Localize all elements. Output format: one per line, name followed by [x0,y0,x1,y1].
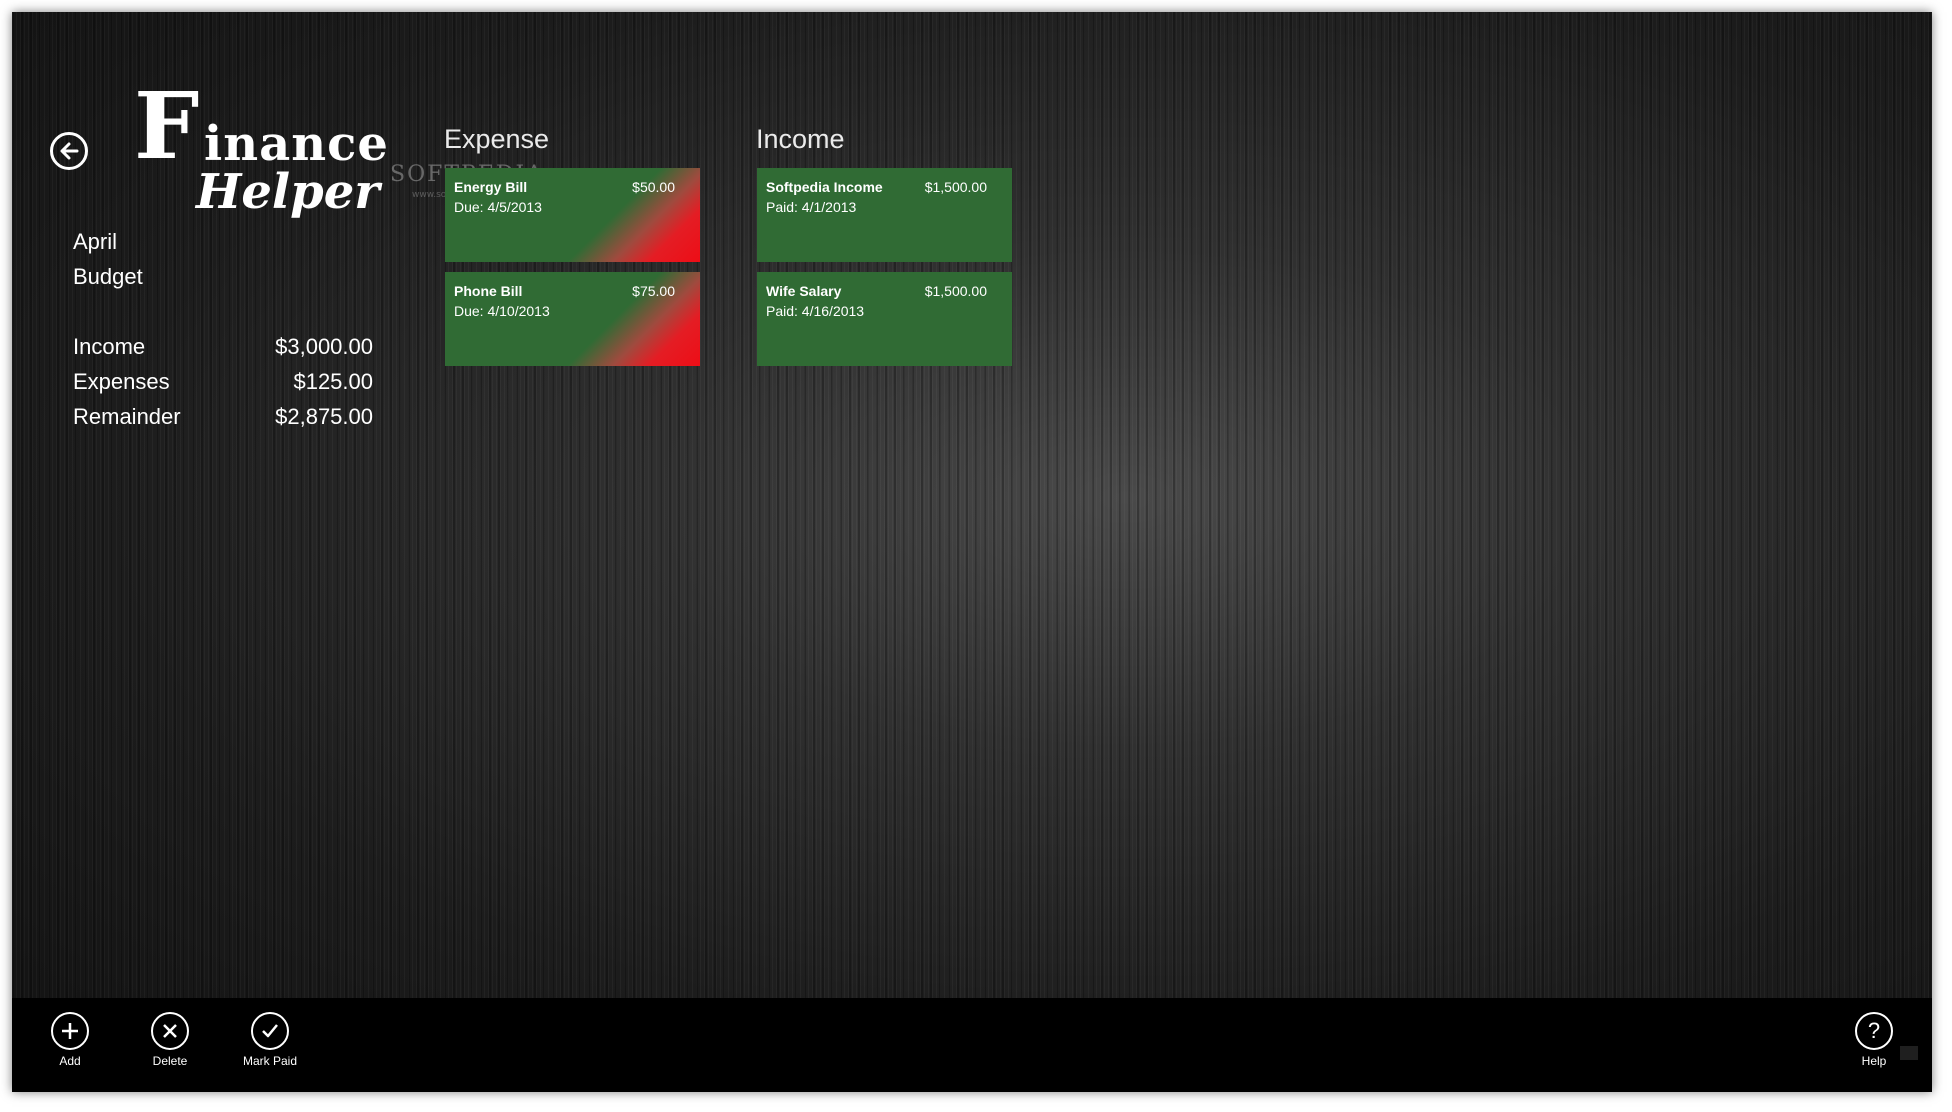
tile-name: Softpedia Income [766,179,883,195]
summary-label: Income [73,334,146,359]
app-logo: F inance Helper [134,80,388,220]
logo-word-finance: inance [204,116,389,172]
tile-due-date: Due: 4/5/2013 [454,199,542,215]
delete-label: Delete [152,1054,188,1068]
income-section-title: Income [756,124,845,154]
summary-label: Remainder [73,404,181,429]
question-mark-icon: ? [1855,1012,1893,1050]
tile-due-date: Due: 4/10/2013 [454,303,550,319]
add-label: Add [59,1054,81,1068]
tile-amount: $1,500.00 [924,283,987,299]
summary-row-income: Income $3,000.00 [73,329,373,364]
tile-amount: $1,500.00 [924,179,987,195]
tile-amount: $75.00 [632,283,675,299]
back-arrow-icon [60,142,79,160]
summary-row-remainder: Remainder $2,875.00 [73,399,373,434]
summary-row-expenses: Expenses $125.00 [73,364,373,399]
tile-name: Energy Bill [454,179,528,195]
tile-paid-date: Paid: 4/16/2013 [766,303,865,319]
resize-grip [1900,1046,1918,1060]
mark-paid-label: Mark Paid [242,1054,298,1068]
tile-amount: $50.00 [632,179,675,195]
delete-button[interactable]: Delete [130,1012,210,1068]
income-tile-wife-salary[interactable]: Wife Salary $1,500.00 Paid: 4/16/2013 [757,272,1012,366]
tile-name: Phone Bill [454,283,523,299]
x-icon [151,1012,189,1050]
expense-tile-phone-bill[interactable]: Phone Bill $75.00 Due: 4/10/2013 [445,272,700,366]
checkmark-icon [251,1012,289,1050]
summary-value: $3,000.00 [275,334,373,359]
summary-value: $2,875.00 [275,404,373,429]
logo-word-helper: Helper [196,164,380,220]
budget-summary: April Budget Income $3,000.00 Expenses $… [73,224,373,434]
mark-paid-button[interactable]: Mark Paid [230,1012,310,1068]
summary-label: Expenses [73,369,170,394]
app-window: F inance Helper SOFTPEDIA www.softpedia.… [12,12,1932,1092]
tile-name: Wife Salary [766,283,842,299]
expense-section-title: Expense [444,124,550,154]
help-label: Help [1861,1054,1887,1068]
app-bar: Add Delete Mark Paid ? Help [12,998,1932,1092]
summary-subtitle: Budget [73,264,143,289]
plus-icon [51,1012,89,1050]
add-button[interactable]: Add [30,1012,110,1068]
expense-tile-energy-bill[interactable]: Energy Bill $50.00 Due: 4/5/2013 [445,168,700,262]
logo-letter: F [134,72,200,180]
tile-paid-date: Paid: 4/1/2013 [766,199,857,215]
back-button[interactable] [50,132,88,170]
summary-value: $125.00 [293,369,373,394]
summary-month: April [73,229,118,254]
income-tile-softpedia-income[interactable]: Softpedia Income $1,500.00 Paid: 4/1/201… [757,168,1012,262]
